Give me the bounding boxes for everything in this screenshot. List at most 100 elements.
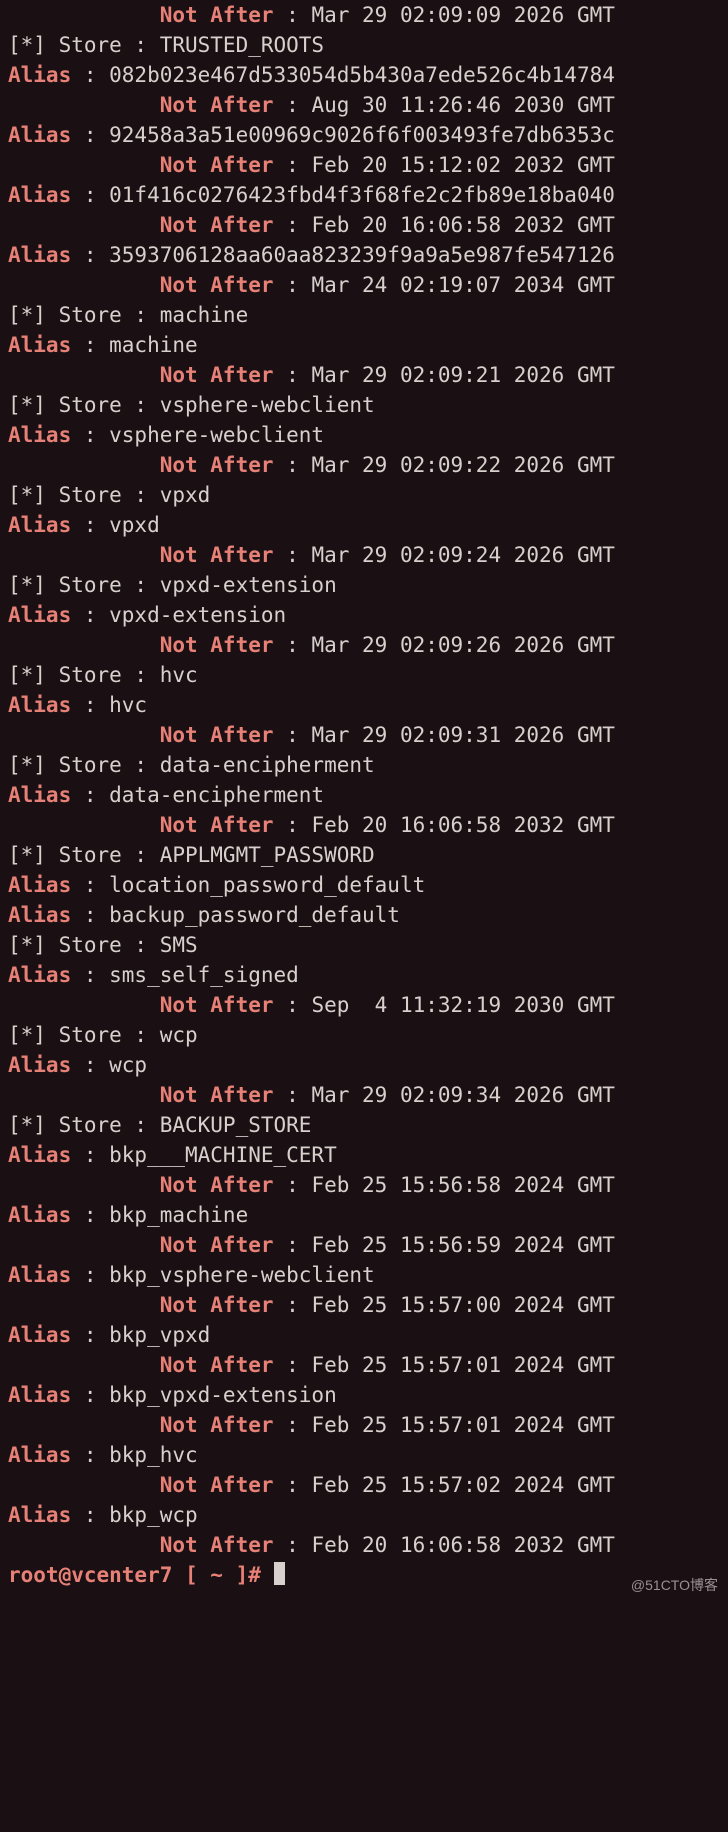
not-after-label: Not After bbox=[160, 273, 286, 297]
alias-label: Alias bbox=[8, 873, 71, 897]
terminal-line: Alias : 01f416c0276423fbd4f3f68fe2c2fb89… bbox=[8, 180, 720, 210]
store-line: [*] Store : TRUSTED_ROOTS bbox=[8, 33, 324, 57]
not-after-label: Not After bbox=[160, 3, 286, 27]
terminal-line: Alias : wcp bbox=[8, 1050, 720, 1080]
alias-label: Alias bbox=[8, 603, 71, 627]
terminal-line: Alias : location_password_default bbox=[8, 870, 720, 900]
alias-label: Alias bbox=[8, 1443, 71, 1467]
alias-value: : 92458a3a51e00969c9026f6f003493fe7db635… bbox=[71, 123, 615, 147]
not-after-value: : Feb 20 16:06:58 2032 GMT bbox=[286, 1533, 615, 1557]
terminal-line: [*] Store : hvc bbox=[8, 660, 720, 690]
terminal-line: Alias : bkp_vpxd-extension bbox=[8, 1380, 720, 1410]
alias-label: Alias bbox=[8, 333, 71, 357]
indent bbox=[8, 1293, 160, 1317]
not-after-label: Not After bbox=[160, 543, 286, 567]
terminal-output[interactable]: Not After : Mar 29 02:09:09 2026 GMT [*] … bbox=[0, 0, 728, 1598]
terminal-line: Not After : Mar 29 02:09:21 2026 GMT bbox=[8, 360, 720, 390]
terminal-line: [*] Store : BACKUP_STORE bbox=[8, 1110, 720, 1140]
terminal-line: Not After : Mar 29 02:09:31 2026 GMT bbox=[8, 720, 720, 750]
not-after-value: : Feb 25 15:57:01 2024 GMT bbox=[286, 1413, 615, 1437]
not-after-label: Not After bbox=[160, 1473, 286, 1497]
alias-value: : vpxd-extension bbox=[71, 603, 286, 627]
indent bbox=[8, 1413, 160, 1437]
alias-label: Alias bbox=[8, 783, 71, 807]
terminal-line: [*] Store : machine bbox=[8, 300, 720, 330]
not-after-label: Not After bbox=[160, 993, 286, 1017]
indent bbox=[8, 723, 160, 747]
terminal-line: Not After : Mar 29 02:09:34 2026 GMT bbox=[8, 1080, 720, 1110]
not-after-value: : Aug 30 11:26:46 2030 GMT bbox=[286, 93, 615, 117]
store-line: [*] Store : SMS bbox=[8, 933, 198, 957]
terminal-line: Alias : machine bbox=[8, 330, 720, 360]
not-after-label: Not After bbox=[160, 723, 286, 747]
not-after-label: Not After bbox=[160, 1293, 286, 1317]
terminal-line: [*] Store : vpxd bbox=[8, 480, 720, 510]
not-after-value: : Mar 24 02:19:07 2034 GMT bbox=[286, 273, 615, 297]
alias-label: Alias bbox=[8, 183, 71, 207]
not-after-value: : Feb 25 15:57:02 2024 GMT bbox=[286, 1473, 615, 1497]
indent bbox=[8, 453, 160, 477]
alias-value: : bkp_vpxd bbox=[71, 1323, 210, 1347]
terminal-line: Alias : bkp___MACHINE_CERT bbox=[8, 1140, 720, 1170]
not-after-value: : Sep 4 11:32:19 2030 GMT bbox=[286, 993, 615, 1017]
terminal-line: Alias : bkp_vpxd bbox=[8, 1320, 720, 1350]
alias-value: : bkp_wcp bbox=[71, 1503, 197, 1527]
terminal-line: [*] Store : TRUSTED_ROOTS bbox=[8, 30, 720, 60]
store-line: [*] Store : APPLMGMT_PASSWORD bbox=[8, 843, 375, 867]
alias-label: Alias bbox=[8, 63, 71, 87]
store-line: [*] Store : vpxd-extension bbox=[8, 573, 337, 597]
alias-value: : bkp_machine bbox=[71, 1203, 248, 1227]
cursor-icon bbox=[274, 1562, 285, 1585]
not-after-label: Not After bbox=[160, 153, 286, 177]
store-line: [*] Store : BACKUP_STORE bbox=[8, 1113, 311, 1137]
prompt-line[interactable]: root@vcenter7 [ ~ ]# bbox=[8, 1560, 720, 1590]
alias-label: Alias bbox=[8, 1053, 71, 1077]
alias-label: Alias bbox=[8, 903, 71, 927]
not-after-value: : Mar 29 02:09:09 2026 GMT bbox=[286, 3, 615, 27]
alias-value: : vpxd bbox=[71, 513, 160, 537]
terminal-line: [*] Store : wcp bbox=[8, 1020, 720, 1050]
terminal-line: Alias : hvc bbox=[8, 690, 720, 720]
terminal-line: Alias : vsphere-webclient bbox=[8, 420, 720, 450]
terminal-line: Not After : Feb 25 15:57:01 2024 GMT bbox=[8, 1350, 720, 1380]
store-line: [*] Store : machine bbox=[8, 303, 248, 327]
alias-value: : location_password_default bbox=[71, 873, 425, 897]
not-after-value: : Feb 25 15:56:59 2024 GMT bbox=[286, 1233, 615, 1257]
terminal-line: [*] Store : data-encipherment bbox=[8, 750, 720, 780]
indent bbox=[8, 363, 160, 387]
indent bbox=[8, 813, 160, 837]
terminal-line: Alias : bkp_hvc bbox=[8, 1440, 720, 1470]
alias-label: Alias bbox=[8, 423, 71, 447]
not-after-label: Not After bbox=[160, 93, 286, 117]
not-after-label: Not After bbox=[160, 363, 286, 387]
not-after-value: : Mar 29 02:09:34 2026 GMT bbox=[286, 1083, 615, 1107]
indent bbox=[8, 633, 160, 657]
terminal-line: Not After : Feb 20 15:12:02 2032 GMT bbox=[8, 150, 720, 180]
not-after-value: : Mar 29 02:09:22 2026 GMT bbox=[286, 453, 615, 477]
terminal-line: Not After : Mar 24 02:19:07 2034 GMT bbox=[8, 270, 720, 300]
indent bbox=[8, 1533, 160, 1557]
not-after-label: Not After bbox=[160, 633, 286, 657]
alias-value: : vsphere-webclient bbox=[71, 423, 324, 447]
terminal-line: Not After : Mar 29 02:09:09 2026 GMT bbox=[8, 0, 720, 30]
indent bbox=[8, 1353, 160, 1377]
not-after-label: Not After bbox=[160, 213, 286, 237]
terminal-line: Not After : Mar 29 02:09:22 2026 GMT bbox=[8, 450, 720, 480]
not-after-value: : Feb 25 15:57:00 2024 GMT bbox=[286, 1293, 615, 1317]
terminal-line: Not After : Feb 20 16:06:58 2032 GMT bbox=[8, 1530, 720, 1560]
indent bbox=[8, 273, 160, 297]
not-after-value: : Feb 25 15:56:58 2024 GMT bbox=[286, 1173, 615, 1197]
alias-value: : 082b023e467d533054d5b430a7ede526c4b147… bbox=[71, 63, 615, 87]
not-after-label: Not After bbox=[160, 813, 286, 837]
alias-value: : bkp_vsphere-webclient bbox=[71, 1263, 374, 1287]
store-line: [*] Store : vsphere-webclient bbox=[8, 393, 375, 417]
alias-label: Alias bbox=[8, 1323, 71, 1347]
terminal-line: Not After : Mar 29 02:09:26 2026 GMT bbox=[8, 630, 720, 660]
not-after-label: Not After bbox=[160, 1233, 286, 1257]
not-after-label: Not After bbox=[160, 1083, 286, 1107]
indent bbox=[8, 993, 160, 1017]
terminal-line: Not After : Aug 30 11:26:46 2030 GMT bbox=[8, 90, 720, 120]
not-after-label: Not After bbox=[160, 453, 286, 477]
prompt-space bbox=[261, 1563, 274, 1587]
indent bbox=[8, 153, 160, 177]
